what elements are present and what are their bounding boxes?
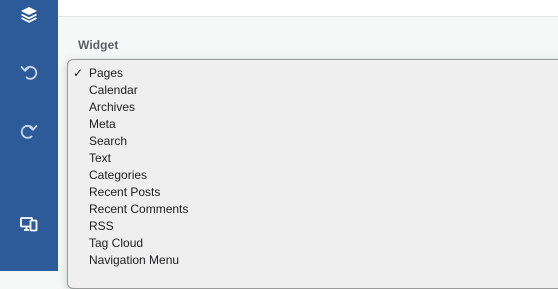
widget-option-label: Recent Posts (89, 185, 161, 199)
widget-option-label: Text (89, 151, 112, 165)
redo-icon (19, 121, 39, 141)
sidebar (0, 0, 58, 271)
layers-button[interactable] (0, 0, 58, 30)
widget-option-label: Recent Comments (89, 202, 189, 216)
widget-option-calendar[interactable]: Calendar (68, 82, 558, 99)
widget-label: Widget (78, 38, 119, 52)
widget-select-dropdown[interactable]: ✓ Pages Calendar Archives Meta Search Text Cate… (67, 59, 558, 289)
widget-option-pages[interactable]: ✓ Pages (68, 65, 558, 82)
top-bar (58, 0, 558, 17)
responsive-preview-button[interactable] (0, 209, 58, 239)
widget-option-label: Pages (89, 66, 124, 80)
widget-option-label: Tag Cloud (89, 236, 144, 250)
widget-option-tag-cloud[interactable]: Tag Cloud (68, 235, 558, 252)
checkmark-icon: ✓ (73, 66, 84, 80)
widget-option-recent-posts[interactable]: Recent Posts (68, 184, 558, 201)
widget-option-meta[interactable]: Meta (68, 116, 558, 133)
widget-option-label: RSS (89, 219, 114, 233)
widget-option-categories[interactable]: Categories (68, 167, 558, 184)
widget-option-text[interactable]: Text (68, 150, 558, 167)
undo-icon (19, 62, 39, 82)
widget-option-label: Meta (89, 117, 116, 131)
widget-option-search[interactable]: Search (68, 133, 558, 150)
redo-button[interactable] (0, 116, 58, 146)
widget-option-label: Search (89, 134, 128, 148)
widget-option-navigation-menu[interactable]: Navigation Menu (68, 252, 558, 269)
widget-option-label: Categories (89, 168, 148, 182)
widget-option-rss[interactable]: RSS (68, 218, 558, 235)
responsive-preview-icon (19, 214, 39, 234)
widget-option-label: Archives (89, 100, 136, 114)
widget-option-archives[interactable]: Archives (68, 99, 558, 116)
widget-option-recent-comments[interactable]: Recent Comments (68, 201, 558, 218)
undo-button[interactable] (0, 57, 58, 87)
widget-option-label: Calendar (89, 83, 138, 97)
layers-icon (19, 5, 39, 25)
widget-option-label: Navigation Menu (89, 253, 180, 267)
